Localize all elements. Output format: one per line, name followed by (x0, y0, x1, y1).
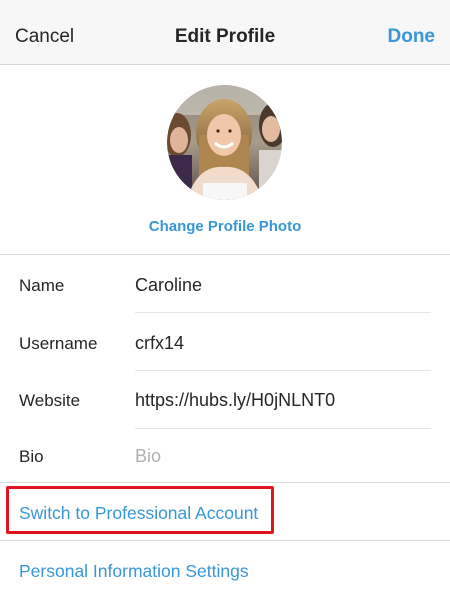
website-label: Website (19, 391, 81, 410)
divider (0, 254, 450, 255)
edit-profile-screen: Cancel Edit Profile Done Change Profile … (0, 0, 450, 607)
profile-photo-avatar[interactable] (167, 85, 282, 200)
divider (135, 370, 431, 371)
name-label: Name (19, 276, 65, 295)
divider (0, 540, 450, 541)
divider (0, 482, 450, 483)
profile-photo-image (167, 85, 282, 200)
website-field[interactable]: https://hubs.ly/H0jNLNT0 (135, 390, 335, 411)
bio-field[interactable]: Bio (135, 446, 161, 467)
divider (135, 428, 431, 429)
username-field[interactable]: crfx14 (135, 333, 184, 354)
bio-label: Bio (19, 447, 44, 466)
highlight-annotation-box (6, 486, 274, 534)
done-button[interactable]: Done (388, 26, 436, 48)
username-label: Username (19, 334, 98, 353)
personal-information-settings-link[interactable]: Personal Information Settings (19, 561, 249, 582)
nav-bar: Cancel Edit Profile Done (0, 0, 450, 65)
divider (135, 312, 431, 313)
page-title: Edit Profile (174, 26, 276, 47)
name-field[interactable]: Caroline (135, 275, 202, 296)
change-profile-photo-link[interactable]: Change Profile Photo (0, 218, 450, 235)
